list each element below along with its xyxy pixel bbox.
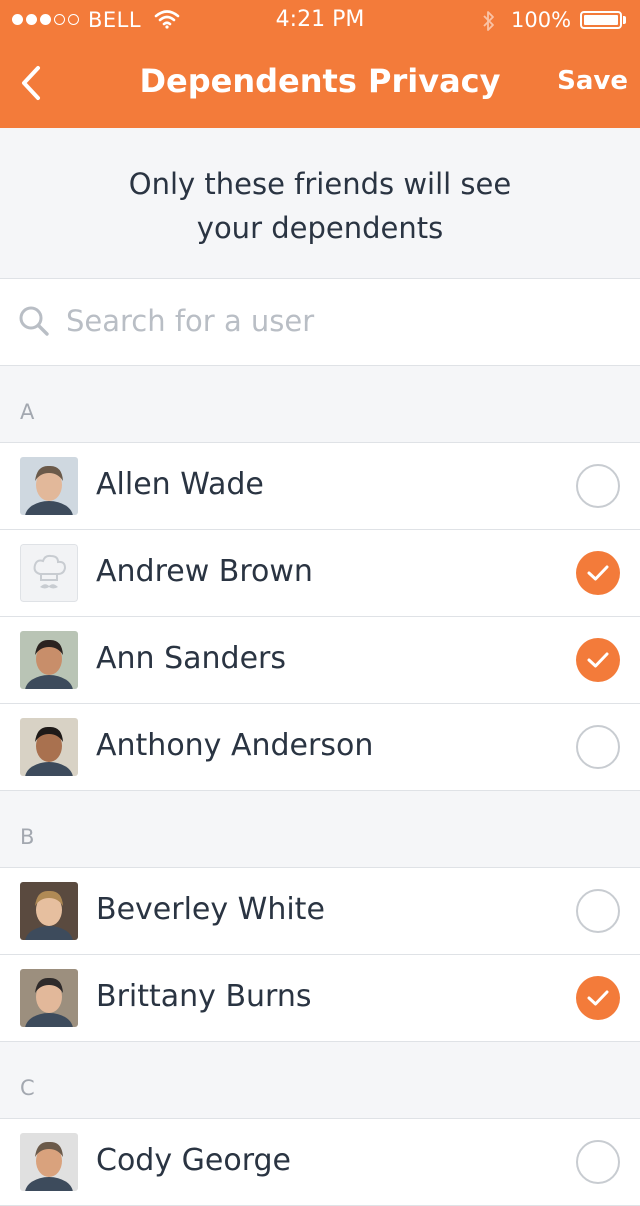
search-bar [0, 279, 640, 366]
user-name: Anthony Anderson [96, 728, 374, 763]
user-name: Allen Wade [96, 467, 264, 502]
section-letter: B [20, 825, 35, 849]
battery-percent: 100% [511, 8, 572, 32]
avatar [20, 718, 78, 776]
user-row[interactable]: Anthony Anderson [0, 704, 640, 791]
user-name: Andrew Brown [96, 554, 313, 589]
intro-line-2: your dependents [196, 211, 444, 245]
avatar [20, 457, 78, 515]
chevron-left-icon [22, 66, 40, 100]
bluetooth-icon [481, 9, 497, 37]
user-name: Beverley White [96, 892, 325, 927]
checkbox-unselected-icon[interactable] [576, 464, 620, 508]
section-letter: C [20, 1076, 35, 1100]
search-input[interactable] [66, 299, 606, 343]
save-button[interactable]: Save [548, 66, 628, 96]
user-row[interactable]: Brittany Burns [0, 955, 640, 1042]
intro-line-1: Only these friends will see [128, 167, 512, 201]
search-icon [18, 305, 50, 341]
user-list: A Allen Wade Andrew Brown Ann Sanders An… [0, 366, 640, 1206]
checkmark-selected-icon[interactable] [576, 638, 620, 682]
status-bar: BELL 4:21 PM 100% [0, 0, 640, 40]
intro-panel: Only these friends will see your depende… [0, 128, 640, 279]
checkmark-selected-icon[interactable] [576, 976, 620, 1020]
user-row[interactable]: Beverley White [0, 868, 640, 955]
user-row[interactable]: Andrew Brown [0, 530, 640, 617]
checkmark-selected-icon[interactable] [576, 551, 620, 595]
user-name: Brittany Burns [96, 979, 312, 1014]
user-row[interactable]: Allen Wade [0, 443, 640, 530]
checkbox-unselected-icon[interactable] [576, 1140, 620, 1184]
avatar [20, 544, 78, 602]
checkbox-unselected-icon[interactable] [576, 889, 620, 933]
section-header-b: B [0, 791, 640, 868]
battery-icon [580, 11, 622, 29]
section-header-a: A [0, 366, 640, 443]
avatar [20, 631, 78, 689]
section-letter: A [20, 400, 35, 424]
checkbox-unselected-icon[interactable] [576, 725, 620, 769]
user-name: Cody George [96, 1143, 291, 1178]
user-row[interactable]: Ann Sanders [0, 617, 640, 704]
user-name: Ann Sanders [96, 641, 286, 676]
battery-tip [623, 16, 626, 24]
user-row[interactable]: Cody George [0, 1119, 640, 1206]
back-button[interactable] [16, 64, 52, 104]
section-header-c: C [0, 1042, 640, 1119]
avatar [20, 969, 78, 1027]
intro-message: Only these friends will see your depende… [100, 162, 540, 250]
avatar [20, 882, 78, 940]
page-title: Dependents Privacy [139, 62, 501, 100]
avatar [20, 1133, 78, 1191]
header: BELL 4:21 PM 100% Dependents Privacy Sav… [0, 0, 640, 128]
